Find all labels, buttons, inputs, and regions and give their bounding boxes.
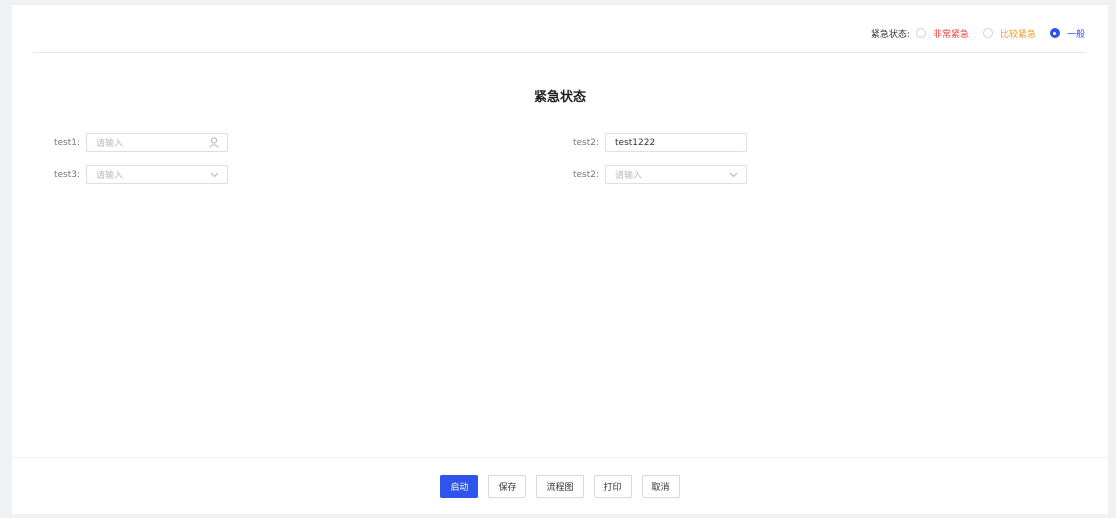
field-test1: test1: 请输入 bbox=[34, 133, 228, 152]
urgency-option-fairly-urgent[interactable]: 比较紧急 bbox=[982, 27, 1036, 40]
chevron-down-icon[interactable] bbox=[729, 172, 738, 178]
save-button[interactable]: 保存 bbox=[488, 474, 527, 498]
cancel-button[interactable]: 取消 bbox=[641, 474, 680, 498]
form-card: 紧急状态: 非常紧急 比较紧急 一般 紧急状态 test1: 请输入 test2… bbox=[12, 5, 1108, 457]
test3-select[interactable]: 请输入 bbox=[86, 165, 228, 184]
field-test2-select: test2: 请输入 bbox=[553, 165, 747, 184]
test1-input[interactable]: 请输入 bbox=[86, 133, 228, 152]
field-label: test1: bbox=[53, 137, 80, 148]
radio-icon[interactable] bbox=[915, 28, 926, 38]
urgency-option-normal[interactable]: 一般 bbox=[1049, 27, 1085, 40]
start-button[interactable]: 启动 bbox=[440, 474, 479, 498]
radio-icon[interactable] bbox=[982, 28, 993, 38]
flowchart-button[interactable]: 流程图 bbox=[536, 474, 584, 498]
urgency-option-label: 非常紧急 bbox=[932, 29, 969, 40]
urgency-label: 紧急状态: bbox=[870, 29, 910, 40]
field-test3: test3: 请输入 bbox=[34, 165, 228, 184]
urgency-option-label: 一般 bbox=[1066, 29, 1085, 40]
chevron-down-icon[interactable] bbox=[210, 172, 219, 178]
input-value: test1222 bbox=[615, 137, 656, 148]
form-title: 紧急状态 bbox=[533, 90, 586, 105]
field-label: test3: bbox=[53, 169, 80, 180]
header-divider bbox=[33, 52, 1085, 53]
field-label: test2: bbox=[572, 137, 599, 148]
urgency-option-very-urgent[interactable]: 非常紧急 bbox=[915, 27, 969, 40]
print-button[interactable]: 打印 bbox=[593, 474, 632, 498]
radio-checked-icon[interactable] bbox=[1049, 28, 1060, 38]
user-icon[interactable] bbox=[209, 137, 219, 148]
test2-input[interactable]: test1222 bbox=[605, 133, 747, 152]
select-placeholder: 请输入 bbox=[96, 171, 124, 181]
action-bar: 启动 保存 流程图 打印 取消 bbox=[12, 458, 1108, 514]
input-placeholder: 请输入 bbox=[96, 139, 124, 149]
field-label: test2: bbox=[572, 169, 599, 180]
urgency-radio-group: 紧急状态: 非常紧急 比较紧急 一般 bbox=[871, 25, 1085, 41]
select-placeholder: 请输入 bbox=[615, 171, 643, 181]
urgency-option-label: 比较紧急 bbox=[999, 29, 1036, 40]
field-test2: test2: test1222 bbox=[553, 133, 747, 152]
test2-select[interactable]: 请输入 bbox=[605, 165, 747, 184]
